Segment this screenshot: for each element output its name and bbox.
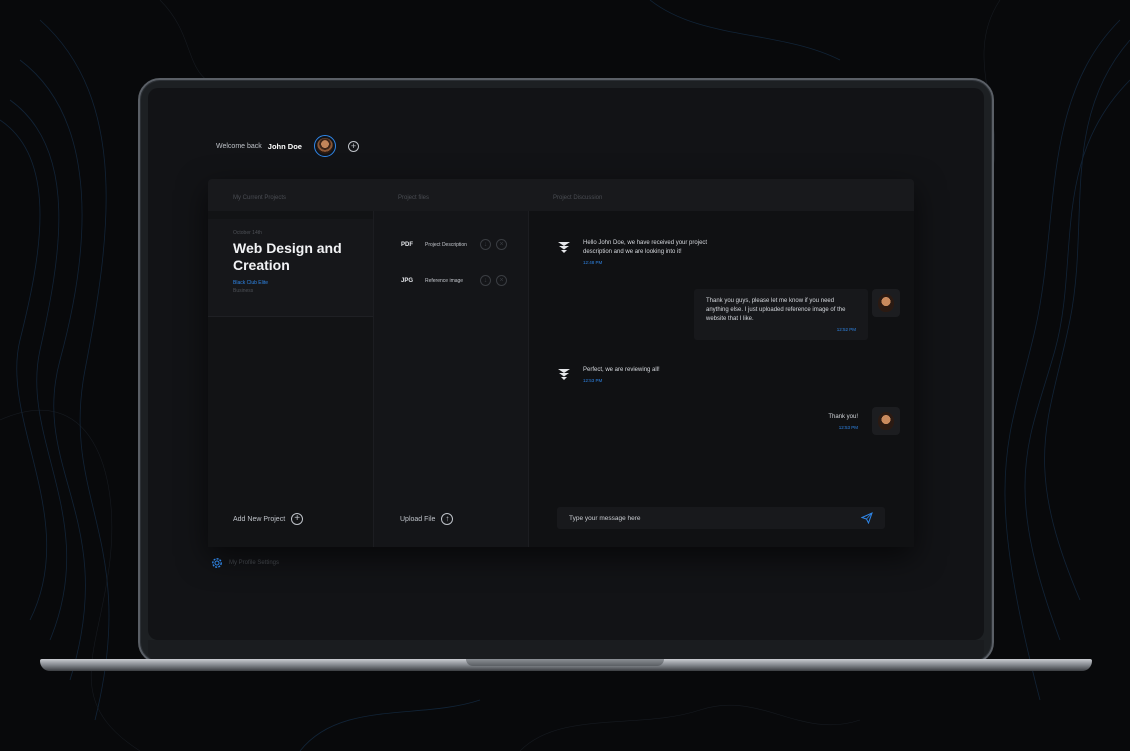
- files-column-label: Project files: [398, 195, 430, 201]
- upload-icon: ↑: [441, 513, 454, 525]
- company-logo-icon: [558, 369, 570, 380]
- delete-icon[interactable]: ×: [496, 239, 507, 250]
- project-meta: October 14th: [233, 230, 262, 236]
- file-type: PDF: [401, 241, 413, 248]
- send-icon[interactable]: [861, 512, 873, 524]
- files-column: PDF Project Description ↓ × JPG Referenc…: [373, 211, 528, 547]
- message-plain: Thank you! 12:53 PM: [828, 407, 868, 430]
- projects-column-label: My Current Projects: [233, 195, 287, 201]
- download-icon[interactable]: ↓: [480, 275, 491, 286]
- message-text: Hello John Doe, we have received your pr…: [583, 240, 708, 255]
- message-time: 12:52 PM: [836, 327, 856, 332]
- user-chat-avatar: [872, 289, 900, 317]
- file-name: Project Description: [425, 241, 467, 248]
- add-new-project-label: Add New Project: [233, 515, 286, 523]
- chat-message-incoming: Perfect, we are reviewing all! 12:53 PM: [557, 366, 733, 383]
- laptop-notch: [466, 659, 664, 666]
- main-panel: My Current Projects Project files Projec…: [208, 179, 914, 547]
- message-bubble: Thank you guys, please let me know if yo…: [694, 289, 868, 340]
- user-avatar[interactable]: [313, 135, 336, 157]
- file-row[interactable]: PDF Project Description ↓ ×: [401, 239, 507, 250]
- project-title: Web Design and Creation: [233, 240, 342, 273]
- delete-icon[interactable]: ×: [496, 275, 507, 286]
- company-logo-icon: [558, 242, 570, 253]
- user-chat-avatar: [872, 407, 900, 435]
- profile-settings-link[interactable]: My Profile Settings: [210, 556, 279, 570]
- add-icon[interactable]: +: [347, 140, 359, 152]
- user-name: John Doe: [267, 141, 302, 151]
- file-type: JPG: [401, 277, 414, 284]
- message-composer: [557, 507, 885, 529]
- project-card[interactable]: October 14th Web Design and Creation Bla…: [208, 219, 373, 317]
- profile-settings-label: My Profile Settings: [229, 560, 280, 566]
- message-input[interactable]: [569, 514, 861, 522]
- chat-message-outgoing: Thank you! 12:53 PM: [828, 407, 900, 435]
- projects-column: October 14th Web Design and Creation Bla…: [208, 211, 373, 547]
- project-subtitle: Business: [233, 288, 254, 294]
- message-text: Thank you guys, please let me know if yo…: [706, 298, 846, 322]
- welcome-text: Welcome back: [216, 142, 262, 150]
- message-time: 12:53 PM: [838, 425, 858, 430]
- file-name: Reference image: [425, 277, 464, 284]
- add-new-project-button[interactable]: Add New Project +: [233, 513, 304, 525]
- discussion-column: Hello John Doe, we have received your pr…: [528, 211, 914, 547]
- avatar-image: [878, 294, 894, 312]
- app-screen: Welcome back John Doe + My Current Proje…: [148, 88, 984, 640]
- message-text: Thank you!: [828, 414, 858, 420]
- file-row[interactable]: JPG Reference image ↓ ×: [401, 275, 507, 286]
- avatar-image: [878, 412, 894, 430]
- discussion-column-label: Project Discussion: [553, 195, 603, 201]
- message-text: Perfect, we are reviewing all!: [583, 367, 660, 373]
- upload-file-button[interactable]: Upload File ↑: [400, 513, 454, 525]
- upload-file-label: Upload File: [400, 515, 436, 523]
- project-client-link[interactable]: Black Club Elite: [233, 280, 268, 286]
- message-time: 12:53 PM: [583, 378, 603, 383]
- avatar-image: [316, 138, 333, 154]
- gear-icon: [212, 558, 222, 568]
- header: Welcome back John Doe +: [216, 134, 359, 158]
- download-icon[interactable]: ↓: [480, 239, 491, 250]
- message-time: 12:48 PM: [583, 260, 603, 265]
- chat-message-incoming: Hello John Doe, we have received your pr…: [557, 239, 733, 265]
- chat-message-outgoing: Thank you guys, please let me know if yo…: [694, 289, 900, 340]
- plus-circle-icon: +: [291, 513, 304, 525]
